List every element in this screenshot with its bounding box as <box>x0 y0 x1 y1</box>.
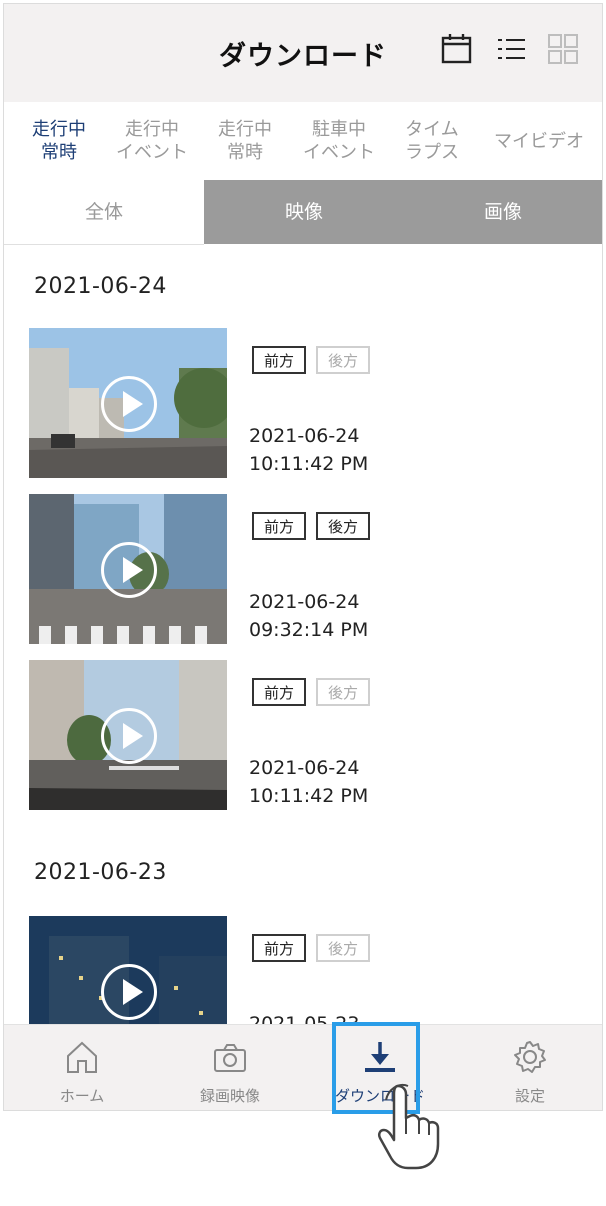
list-view-icon[interactable] <box>494 32 528 66</box>
rear-camera-badge[interactable]: 後方 <box>316 678 370 706</box>
date-group-header: 2021-06-23 <box>34 860 167 885</box>
home-icon <box>67 1041 97 1073</box>
nav-settings[interactable]: 設定 <box>460 1025 600 1110</box>
list-item[interactable]: 前方 後方 2021-06-24 10:11:42 PM <box>29 660 589 810</box>
item-timestamp: 2021-06-24 10:11:42 PM <box>249 757 369 807</box>
header: ダウンロード <box>4 4 602 102</box>
video-thumbnail[interactable] <box>29 328 227 478</box>
item-timestamp: 2021-06-24 10:11:42 PM <box>249 425 369 475</box>
tab-my-video[interactable]: マイビデオ <box>484 130 594 153</box>
nav-recorded-video[interactable]: 録画映像 <box>160 1025 300 1110</box>
nav-label: 録画映像 <box>199 1087 260 1105</box>
grid-view-icon[interactable] <box>546 32 580 66</box>
front-camera-badge[interactable]: 前方 <box>252 934 306 962</box>
front-camera-badge[interactable]: 前方 <box>252 346 306 374</box>
bottom-navigation: ホーム 録画映像 ダウンロード 設定 <box>4 1024 602 1110</box>
nav-label: ホーム <box>59 1087 105 1105</box>
media-filter: 全体 映像 画像 <box>4 180 602 245</box>
calendar-icon[interactable] <box>440 32 474 66</box>
filter-video[interactable]: 映像 <box>204 180 404 244</box>
tab-driving-event[interactable]: 走行中 イベント <box>107 118 197 164</box>
front-camera-badge[interactable]: 前方 <box>252 512 306 540</box>
filter-image[interactable]: 画像 <box>404 180 602 244</box>
front-camera-badge[interactable]: 前方 <box>252 678 306 706</box>
video-thumbnail[interactable] <box>29 660 227 810</box>
app-frame: ダウンロード 走行中 常時 走行中 イベント 走行中 常時 駐車中 イベント タ… <box>3 3 603 1111</box>
list-item[interactable]: 前方 後方 2021-06-24 10:11:42 PM <box>29 328 589 478</box>
nav-home[interactable]: ホーム <box>12 1025 152 1110</box>
tab-timelapse[interactable]: タイム ラプス <box>387 118 477 164</box>
play-icon <box>101 708 157 764</box>
tab-parking-event[interactable]: 駐車中 イベント <box>294 118 384 164</box>
category-tabs: 走行中 常時 走行中 イベント 走行中 常時 駐車中 イベント タイム ラプス … <box>4 102 602 182</box>
play-icon <box>101 964 157 1020</box>
gear-icon <box>514 1041 546 1073</box>
play-icon <box>101 542 157 598</box>
rear-camera-badge[interactable]: 後方 <box>316 934 370 962</box>
rear-camera-badge[interactable]: 後方 <box>316 346 370 374</box>
date-group-header: 2021-06-24 <box>34 274 167 299</box>
pointing-hand-icon <box>376 1082 456 1176</box>
play-icon <box>101 376 157 432</box>
item-timestamp: 2021-06-24 09:32:14 PM <box>249 591 369 641</box>
tab-driving-normal-2[interactable]: 走行中 常時 <box>200 118 290 164</box>
filter-all[interactable]: 全体 <box>4 180 204 245</box>
rear-camera-badge[interactable]: 後方 <box>316 512 370 540</box>
video-thumbnail[interactable] <box>29 494 227 644</box>
list-item[interactable]: 前方 後方 2021-06-24 09:32:14 PM <box>29 494 589 644</box>
camera-icon <box>214 1044 246 1072</box>
tab-driving-normal[interactable]: 走行中 常時 <box>14 118 104 164</box>
nav-label: 設定 <box>514 1087 545 1105</box>
